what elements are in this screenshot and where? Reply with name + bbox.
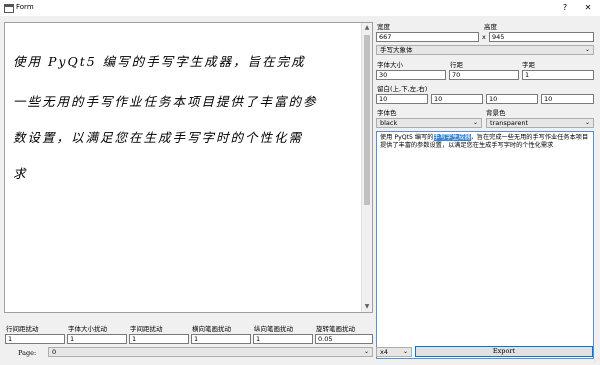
font-size-input[interactable]: 30 xyxy=(376,70,446,80)
char-spacing-label: 字距 xyxy=(522,61,535,69)
width-label: 宽度 xyxy=(377,23,390,31)
scroll-down-icon[interactable]: ▼ xyxy=(362,302,372,312)
bg-color-select[interactable]: transparent ⌄ xyxy=(486,118,594,128)
scroll-up-icon[interactable]: ▲ xyxy=(362,23,372,33)
horizontal-stroke-perturb-label: 横向笔画扰动 xyxy=(192,325,231,333)
page-select-value: 0 xyxy=(52,348,57,356)
rotation-stroke-perturb-label: 旋转笔画扰动 xyxy=(316,325,355,333)
title-bar: Form ? ✕ xyxy=(0,0,600,16)
preview-line: 求 xyxy=(13,166,28,181)
bg-color-label: 背景色 xyxy=(486,109,506,117)
font-color-label: 字体色 xyxy=(377,109,397,117)
preview-line: 数设置，以满足您在生成手写字时的个性化需 xyxy=(13,130,304,145)
height-label: 高度 xyxy=(484,23,497,31)
vertical-stroke-perturb-input[interactable]: 1 xyxy=(253,334,313,344)
resize-grip-icon[interactable]: ⋰ xyxy=(593,357,599,364)
font-size-label: 字体大小 xyxy=(377,61,403,69)
horizontal-stroke-perturb-input[interactable]: 1 xyxy=(191,334,251,344)
char-spacing-perturb-label: 字间距扰动 xyxy=(130,325,163,333)
app-icon xyxy=(4,4,14,13)
vertical-stroke-perturb-label: 纵向笔画扰动 xyxy=(254,325,293,333)
scale-select-value: x4 xyxy=(380,348,388,356)
width-input[interactable]: 667 xyxy=(376,32,479,42)
text-input-area[interactable]: 使用 PyQt5 编写的手写字生成器，旨在完成一些无用的手写作业任务本项目提供了… xyxy=(376,131,594,359)
preview-line: 一些无用的手写作业任务本项目提供了丰富的参 xyxy=(13,94,318,109)
line-spacing-label: 行距 xyxy=(450,61,463,69)
height-input[interactable]: 945 xyxy=(489,32,594,42)
help-button[interactable]: ? xyxy=(555,1,575,14)
scrollbar-thumb[interactable] xyxy=(364,35,370,205)
font-select[interactable]: 手写大象体 ⌄ xyxy=(376,45,594,55)
size-separator: x xyxy=(482,33,486,41)
margin-right-input[interactable]: 10 xyxy=(541,94,594,104)
line-spacing-perturb-label: 行间距扰动 xyxy=(6,325,39,333)
font-size-perturb-input[interactable]: 1 xyxy=(67,334,127,344)
margins-label: 留白(上,下,左,右) xyxy=(377,85,428,93)
bg-color-value: transparent xyxy=(490,119,529,127)
chevron-down-icon: ⌄ xyxy=(584,119,590,126)
char-spacing-perturb-input[interactable]: 1 xyxy=(129,334,189,344)
selected-text: 手写字生成器 xyxy=(433,134,471,141)
line-spacing-perturb-input[interactable]: 1 xyxy=(5,334,65,344)
handwriting-preview: 使用 PyQt5 编写的手写字生成器，旨在完成 一些无用的手写作业任务本项目提供… xyxy=(4,22,373,313)
chevron-down-icon: ⌄ xyxy=(584,46,590,53)
page-label: Page: xyxy=(18,349,37,357)
chevron-down-icon: ⌄ xyxy=(363,348,369,355)
rotation-stroke-perturb-input[interactable]: 0.05 xyxy=(315,334,373,344)
line-spacing-input[interactable]: 70 xyxy=(449,70,519,80)
scale-select[interactable]: x4 ⌄ xyxy=(376,347,412,357)
margin-top-input[interactable]: 10 xyxy=(376,94,428,104)
margin-left-input[interactable]: 10 xyxy=(486,94,538,104)
chevron-down-icon: ⌄ xyxy=(472,119,478,126)
export-button[interactable]: Export xyxy=(415,346,593,357)
page-select[interactable]: 0 ⌄ xyxy=(48,347,373,357)
font-select-value: 手写大象体 xyxy=(380,46,413,54)
margin-bottom-input[interactable]: 10 xyxy=(431,94,483,104)
window-title: Form xyxy=(16,3,34,11)
text-before-selection: 使用 PyQt5 编写的 xyxy=(380,134,434,141)
chevron-down-icon: ⌄ xyxy=(402,348,408,355)
font-size-perturb-label: 字体大小扰动 xyxy=(68,325,107,333)
font-color-select[interactable]: black ⌄ xyxy=(376,118,482,128)
preview-scrollbar[interactable]: ▲ ▼ xyxy=(361,23,372,312)
preview-line: 使用 PyQt5 编写的手写字生成器，旨在完成 xyxy=(13,54,306,69)
font-color-value: black xyxy=(380,119,398,127)
char-spacing-input[interactable]: 1 xyxy=(522,70,594,80)
close-button[interactable]: ✕ xyxy=(578,1,598,14)
